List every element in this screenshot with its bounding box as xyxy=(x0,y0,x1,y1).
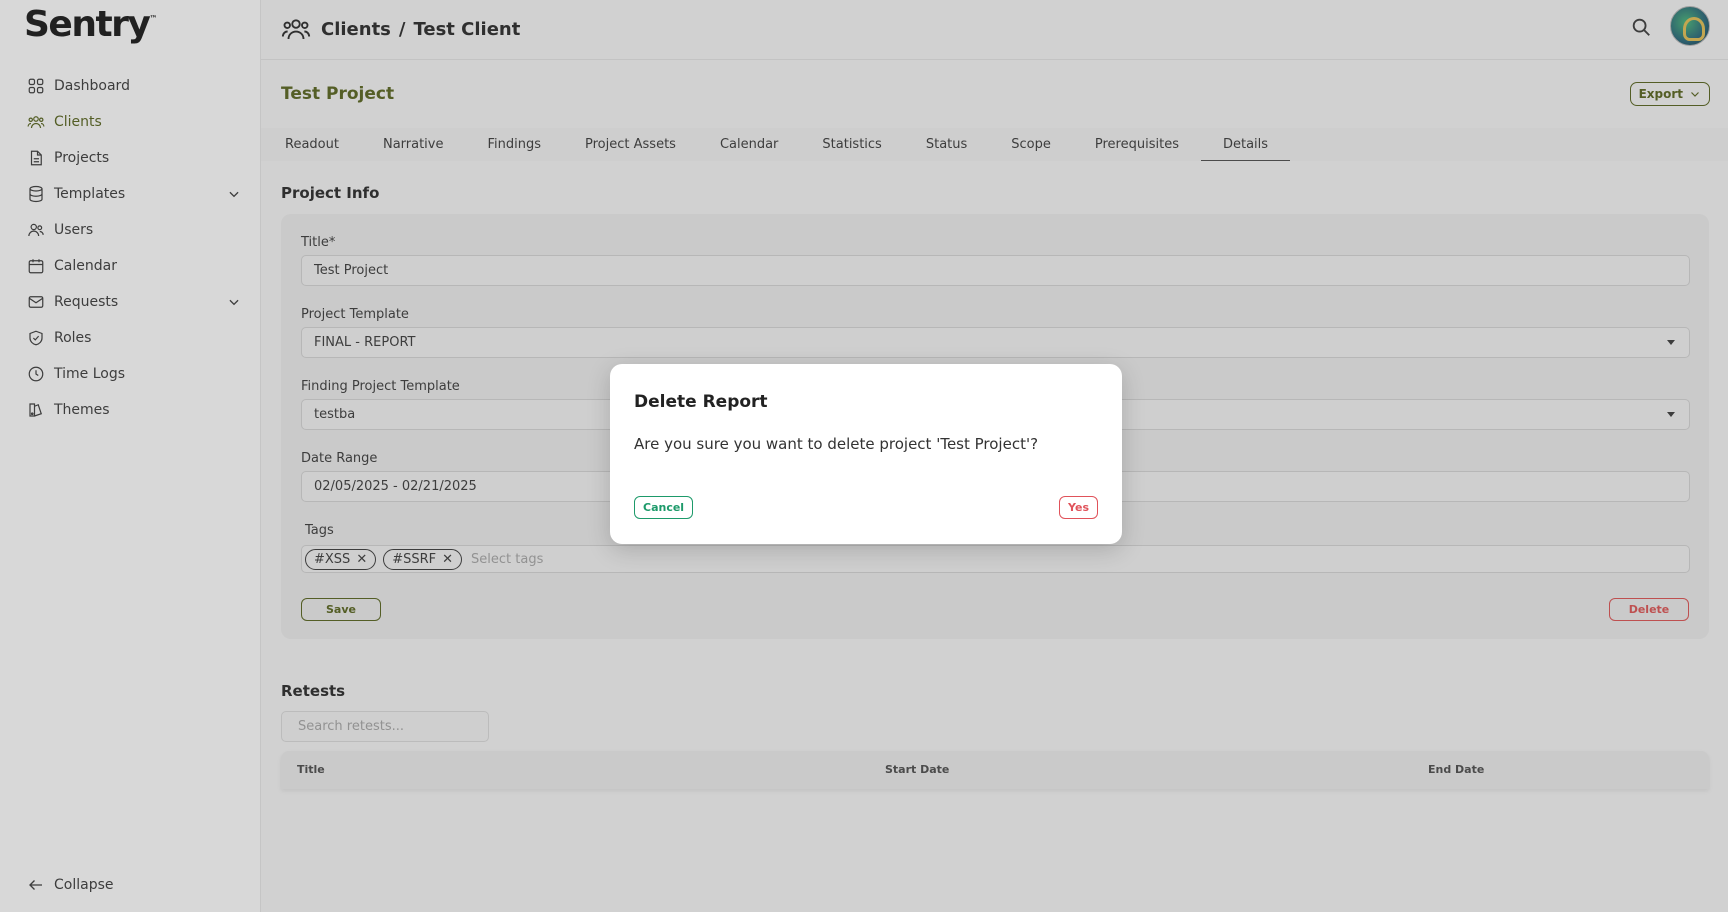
dialog-message: Are you sure you want to delete project … xyxy=(634,435,1039,453)
dialog-title: Delete Report xyxy=(634,392,768,412)
delete-report-dialog: Delete Report Are you sure you want to d… xyxy=(610,364,1122,544)
cancel-button[interactable]: Cancel xyxy=(634,496,694,519)
confirm-yes-button[interactable]: Yes xyxy=(1059,496,1098,519)
